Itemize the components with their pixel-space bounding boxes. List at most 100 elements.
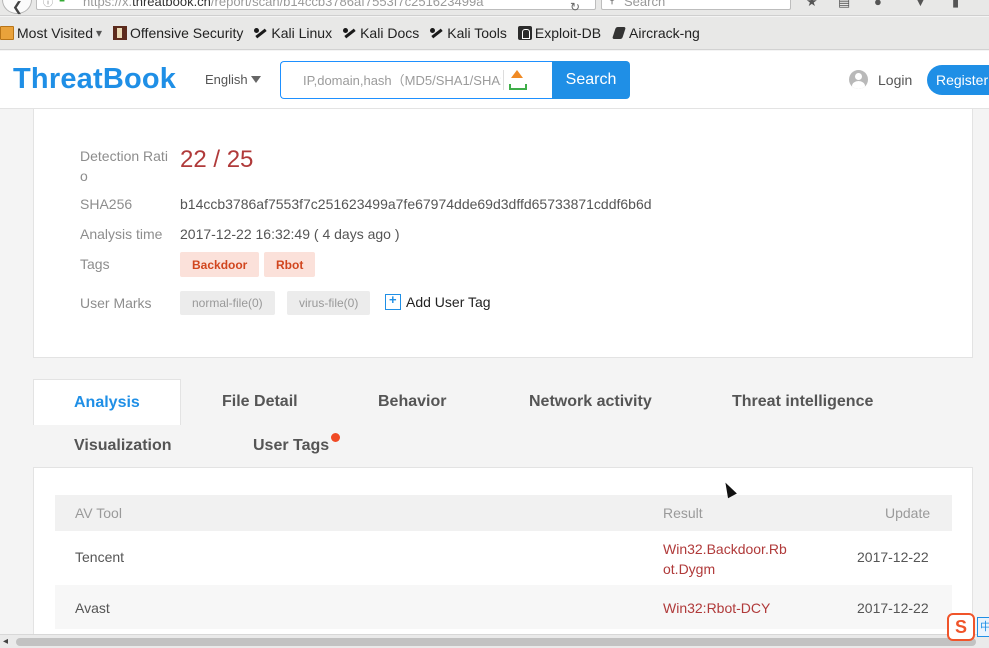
search-input[interactable] [281,62,501,98]
login-label: Login [878,71,913,88]
offsec-icon [113,26,128,40]
tab-file-detail[interactable]: File Detail [222,393,298,411]
kali-dragon-icon [254,26,268,40]
av-update-date: 2017-12-22 [857,600,929,616]
tab-user-tags[interactable]: User Tags [253,437,329,455]
url-domain: threatbook.cn [132,0,211,9]
bookmarks-bar: Most Visited ▾ Offensive Security Kali L… [0,17,989,50]
horizontal-scrollbar[interactable]: ◂ [0,634,989,648]
search-box [280,61,552,99]
bookmark-most-visited[interactable]: Most Visited ▾ [0,25,102,41]
sogou-input-icon[interactable]: S [947,613,975,641]
table-row: Avast Win32:Rbot-DCY 2017-12-22 [55,585,952,629]
url-prefix: https://x. [83,0,133,9]
file-summary-card: Detection Rati o 22 / 25 SHA256 b14ccb37… [33,109,973,358]
add-user-tag-button[interactable]: Add User Tag [385,292,491,310]
notification-dot [331,433,340,442]
bookmark-label: Most Visited [17,25,93,41]
reload-icon[interactable]: ↻ [570,0,580,14]
add-user-tag-label: Add User Tag [406,294,491,310]
upload-icon[interactable] [503,70,527,90]
sha256-value: b14ccb3786af7553f7c251623499a7fe67974dde… [180,196,652,212]
detection-ratio-label: Detection Rati o [80,146,168,186]
av-result: Win32.Backdoor.Rb ot.Dygm [663,539,787,579]
browser-search-placeholder: Search [624,0,666,9]
aircrack-icon [612,26,626,40]
header-update: Update [885,505,931,521]
bookmark-add-icon [385,292,401,310]
register-button[interactable]: Register [927,65,989,95]
browser-search-field[interactable]: ⚲ Search [601,0,791,10]
search-button[interactable]: Search [552,61,630,99]
mark-normal-file[interactable]: normal-file(0) [180,291,275,315]
url-bar[interactable]: ⓘ ■ https://x.threatbook.cn/report/scan/… [36,0,596,10]
tab-visualization[interactable]: Visualization [74,437,172,455]
bookmark-label: Aircrack-ng [629,25,700,41]
bookmark-offensive-security[interactable]: Offensive Security [113,25,243,41]
av-tool-name: Tencent [75,549,125,565]
tags-label: Tags [80,256,110,272]
tab-behavior[interactable]: Behavior [378,393,446,411]
bookmark-aircrack[interactable]: Aircrack-ng [612,25,700,41]
tag-backdoor[interactable]: Backdoor [180,252,260,277]
chevron-down-icon: ▾ [96,26,103,40]
analysis-time-value: 2017-12-22 16:32:49 ( 4 days ago ) [180,226,400,242]
lock-icon: ■ [59,0,65,5]
tab-analysis[interactable]: Analysis [33,379,181,425]
tab-network-activity[interactable]: Network activity [529,393,652,411]
user-marks-label: User Marks [80,295,152,311]
back-arrow-icon: ❮ [12,0,23,14]
av-update-date: 2017-12-22 [857,549,929,565]
language-selector[interactable]: English [205,72,261,87]
av-result: Win32:Rbot-DCY [663,600,771,616]
scroll-left-icon[interactable]: ◂ [3,636,8,647]
bookmark-label: Kali Linux [271,25,333,41]
bookmark-exploit-db[interactable]: Exploit-DB [517,25,602,41]
login-link[interactable]: Login [849,70,912,89]
bookmark-label: Kali Tools [447,25,507,41]
bookmark-label: Offensive Security [130,25,244,41]
analysis-panel: AV Tool Result Update Tencent Win32.Back… [33,467,973,648]
tab-threat-intelligence[interactable]: Threat intelligence [732,393,873,411]
detection-ratio-label-line1: Detection Rati [80,148,168,164]
url-path: /report/scan/b14ccb3786af7553f7c25162349… [210,0,484,9]
back-button[interactable]: ❮ [2,0,32,14]
bookmark-kali-docs[interactable]: Kali Docs [343,25,419,41]
language-label: English [205,72,248,87]
library-icon[interactable]: ▤ [838,0,850,10]
detection-ratio-value: 22 / 25 [180,146,254,173]
threatbook-logo[interactable]: ThreatBook [13,63,176,96]
info-icon[interactable]: ⓘ [43,0,53,9]
kali-dragon-icon [343,26,357,40]
search-icon: ⚲ [608,0,617,6]
exploit-db-icon [517,26,532,40]
sha256-label: SHA256 [80,196,133,212]
av-result-line2: ot.Dygm [663,561,716,577]
bookmark-kali-tools[interactable]: Kali Tools [430,25,507,41]
user-icon [849,70,868,89]
pocket-icon[interactable]: ▼ [914,0,927,9]
site-header: ThreatBook English Search Login Register [0,51,989,109]
folder-icon [0,26,14,40]
av-table-header: AV Tool Result Update [55,495,952,531]
table-row: Tencent Win32.Backdoor.Rb ot.Dygm 2017-1… [55,531,952,585]
header-result: Result [663,505,703,521]
tag-rbot[interactable]: Rbot [264,252,316,277]
ime-toolbar-edge[interactable]: 中 [977,617,989,637]
browser-toolbar: ❮ ⓘ ■ https://x.threatbook.cn/report/sca… [0,0,989,16]
av-tool-name: Avast [75,600,110,616]
detection-ratio-label-line2: o [80,168,88,184]
kali-dragon-icon [430,26,444,40]
analysis-time-label: Analysis time [80,226,163,242]
header-av-tool: AV Tool [75,505,122,521]
sync-icon[interactable]: ● [874,0,882,9]
av-result-line1: Win32.Backdoor.Rb [663,541,787,557]
bookmark-kali-linux[interactable]: Kali Linux [254,25,332,41]
menu-icon[interactable]: ▮ [952,0,959,10]
mark-virus-file[interactable]: virus-file(0) [287,291,371,315]
scrollbar-thumb[interactable] [16,638,976,646]
report-tabs: Analysis File Detail Behavior Network ac… [33,379,973,468]
bookmark-label: Kali Docs [360,25,420,41]
bookmark-label: Exploit-DB [534,25,602,41]
bookmark-star-icon[interactable]: ★ [806,0,818,10]
